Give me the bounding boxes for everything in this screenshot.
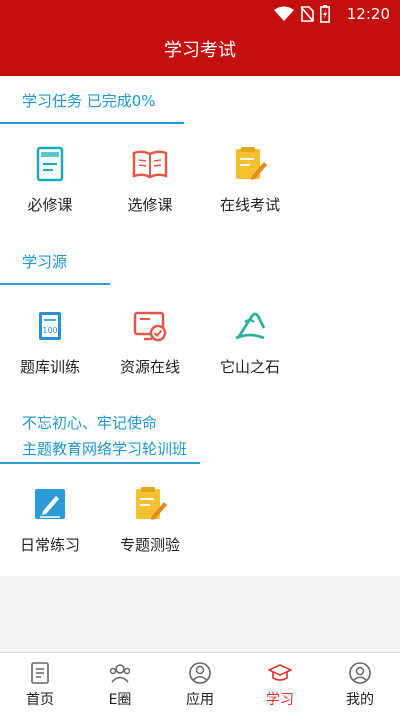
tile-question-bank[interactable]: 100 题库训练: [0, 306, 100, 377]
graduation-cap-icon: [268, 664, 292, 681]
monitor-check-icon: [133, 311, 167, 342]
tab-label: 学习: [266, 692, 294, 708]
tile-daily-practice[interactable]: 日常练习: [0, 484, 100, 555]
test-paper-icon: [136, 487, 167, 520]
tile-required-course[interactable]: 必修课: [0, 144, 100, 215]
apps-person-icon: [189, 662, 211, 684]
tab-label: 应用: [186, 692, 214, 708]
tile-resources-online[interactable]: 资源在线: [100, 306, 200, 377]
tile-elective-course[interactable]: 选修课: [100, 144, 200, 215]
tile-label: 在线考试: [219, 196, 280, 214]
tile-stone-from-other-hill[interactable]: 它山之石: [200, 306, 300, 377]
section-underline: [0, 122, 184, 124]
main-content: 学习任务 已完成0% 必修课 选修课 在线考试 学习源 100 题库训练 资源在…: [0, 76, 400, 576]
svg-text:100: 100: [42, 326, 57, 335]
tile-topic-test[interactable]: 专题测验: [100, 484, 200, 555]
stone-icon: [235, 312, 266, 340]
home-doc-icon: [31, 662, 49, 684]
section-title-tasks: 学习任务 已完成0%: [22, 92, 156, 110]
status-icons: [274, 5, 330, 23]
tab-mine[interactable]: 我的: [320, 653, 400, 712]
app-bar: 学习考试: [0, 28, 400, 76]
tile-label: 必修课: [27, 196, 73, 214]
tab-label: E圈: [108, 692, 132, 708]
tab-label: 首页: [26, 692, 54, 708]
section-title-source: 学习源: [22, 253, 68, 271]
pencil-box-icon: [35, 489, 65, 519]
status-time: 12:20: [346, 5, 390, 23]
profile-icon: [349, 662, 371, 684]
group-icon: [109, 664, 131, 683]
book-icon: [36, 146, 64, 182]
page-title: 学习考试: [164, 40, 236, 61]
battery-icon: [320, 5, 330, 23]
section-underline: [0, 462, 200, 464]
status-bar: 12:20: [0, 0, 400, 28]
wifi-icon: [274, 6, 294, 21]
exam-edit-icon: [236, 147, 267, 180]
question-bank-icon: 100: [39, 312, 61, 340]
tile-label: 题库训练: [19, 358, 80, 376]
tile-label: 日常练习: [19, 536, 80, 554]
tile-online-exam[interactable]: 在线考试: [200, 144, 300, 215]
bottom-tab-bar: 首页 E圈 应用 学习 我的: [0, 652, 400, 712]
no-sim-icon: [300, 6, 314, 22]
section-title-training-line2: 主题教育网络学习轮训班: [22, 440, 188, 458]
tab-home[interactable]: 首页: [0, 653, 80, 712]
section-underline: [0, 283, 110, 285]
tile-label: 资源在线: [119, 358, 180, 376]
section-title-training-line1: 不忘初心、牢记使命: [22, 414, 158, 432]
tile-label: 专题测验: [119, 536, 180, 554]
tile-label: 它山之石: [219, 358, 280, 376]
tab-apps[interactable]: 应用: [160, 653, 240, 712]
tab-e-circle[interactable]: E圈: [80, 653, 160, 712]
tab-study[interactable]: 学习: [240, 653, 320, 712]
tile-label: 选修课: [127, 196, 173, 214]
tab-label: 我的: [346, 692, 374, 708]
open-book-icon: [132, 150, 168, 179]
